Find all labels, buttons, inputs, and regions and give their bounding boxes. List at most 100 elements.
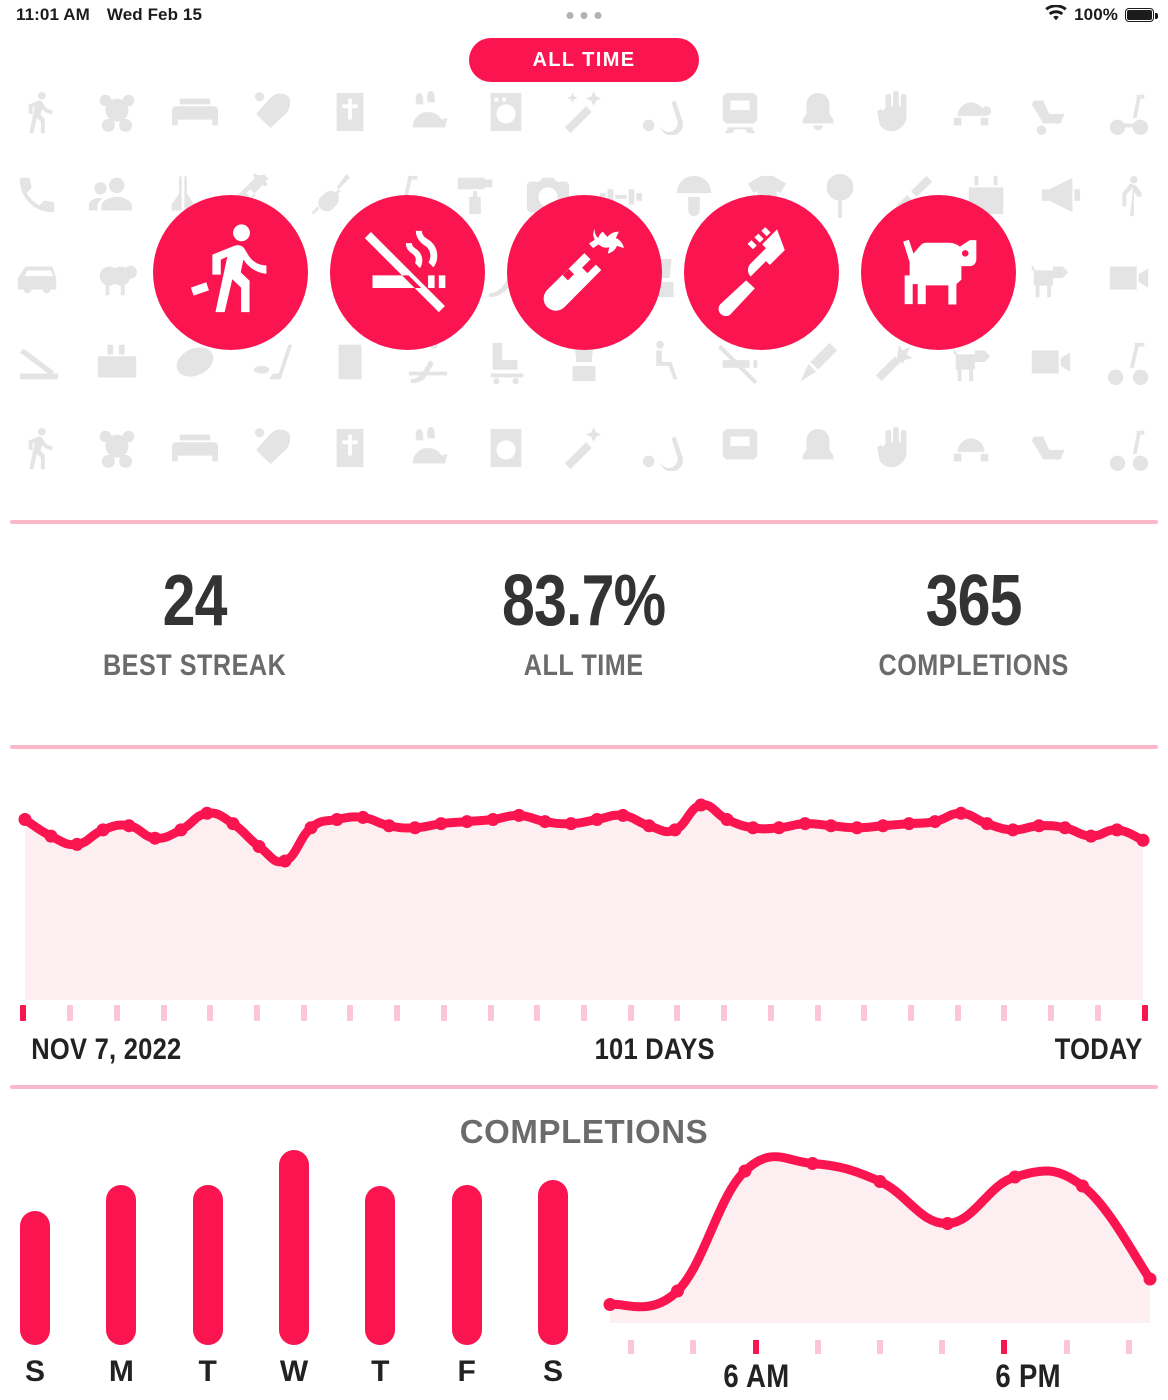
weekday-bar[interactable] bbox=[106, 1185, 137, 1345]
weekday-bar-labels: SMTWTFS bbox=[20, 1355, 568, 1389]
time-of-day-chart[interactable] bbox=[600, 1145, 1160, 1335]
vacuum-pattern-icon bbox=[623, 89, 701, 135]
axis-tick bbox=[280, 1005, 327, 1021]
history-span-label: 101 DAYS bbox=[594, 1033, 715, 1066]
running-icon bbox=[184, 224, 276, 321]
scooter-pattern-icon bbox=[1090, 425, 1168, 471]
completions-value: 365 bbox=[925, 561, 1022, 641]
bell-pattern-icon bbox=[779, 89, 857, 135]
weekday-bar[interactable] bbox=[537, 1180, 568, 1345]
time-of-day-ticks bbox=[600, 1340, 1160, 1354]
vegetables-habit[interactable] bbox=[506, 195, 662, 350]
run-pattern-icon bbox=[0, 89, 78, 135]
teddy-bear-pattern-icon bbox=[78, 89, 156, 135]
axis-tick bbox=[701, 1005, 748, 1021]
no-smoking-habit[interactable] bbox=[329, 195, 485, 350]
axis-tick bbox=[561, 1005, 608, 1021]
history-line-svg bbox=[18, 798, 1150, 1000]
walk-dog-habit[interactable] bbox=[860, 195, 1016, 350]
ping-pong-pattern-icon bbox=[234, 425, 312, 471]
brush-teeth-habit[interactable] bbox=[683, 195, 839, 350]
turtle-pattern-icon bbox=[934, 425, 1012, 471]
divider-top bbox=[10, 520, 1158, 524]
scooter-pattern-icon bbox=[1090, 89, 1168, 135]
weekday-bar[interactable] bbox=[192, 1185, 223, 1345]
divider-middle bbox=[10, 745, 1158, 749]
completions-label: COMPLETIONS bbox=[878, 649, 1069, 682]
weekday-label: S bbox=[542, 1355, 563, 1388]
weekday-label: F bbox=[457, 1355, 476, 1388]
stat-best-streak: 24 BEST STREAK bbox=[0, 565, 389, 683]
axis-tick bbox=[934, 1005, 981, 1021]
rabbit-pattern-icon bbox=[389, 425, 467, 471]
toothbrush-icon bbox=[715, 224, 807, 321]
best-streak-label: BEST STREAK bbox=[102, 649, 287, 682]
all-time-range-button[interactable]: ALL TIME bbox=[469, 38, 699, 82]
dog-icon bbox=[892, 224, 984, 321]
washer-pattern-icon bbox=[467, 89, 545, 135]
hand-pattern-icon bbox=[856, 425, 934, 471]
weekday-bar-chart[interactable] bbox=[20, 1145, 568, 1345]
habit-icon-row bbox=[0, 195, 1168, 350]
bed-pattern-icon bbox=[156, 89, 234, 135]
all-time-value: 83.7% bbox=[502, 561, 666, 641]
weekday-bar[interactable] bbox=[278, 1150, 309, 1345]
rabbit-pattern-icon bbox=[389, 89, 467, 135]
axis-tick bbox=[467, 1005, 514, 1021]
train-pattern-icon bbox=[701, 89, 779, 135]
status-bar: 11:01 AM Wed Feb 15 100% bbox=[0, 0, 1168, 30]
wand-pattern-icon bbox=[545, 89, 623, 135]
history-start-label: NOV 7, 2022 bbox=[31, 1033, 182, 1066]
status-bar-right: 100% bbox=[1045, 3, 1158, 26]
hand-pattern-icon bbox=[856, 89, 934, 135]
wand-pattern-icon bbox=[545, 425, 623, 471]
axis-tick bbox=[841, 1005, 888, 1021]
time-tick bbox=[662, 1340, 724, 1354]
axis-tick bbox=[140, 1005, 187, 1021]
history-end-label: TODAY bbox=[1054, 1033, 1143, 1066]
axis-tick bbox=[420, 1005, 467, 1021]
axis-tick bbox=[607, 1005, 654, 1021]
completion-history-chart[interactable] bbox=[0, 760, 1168, 1000]
axis-tick bbox=[748, 1005, 795, 1021]
time-tick bbox=[1036, 1340, 1098, 1354]
axis-tick bbox=[981, 1005, 1028, 1021]
stat-all-time: 83.7% ALL TIME bbox=[389, 565, 778, 683]
no-smoking-icon bbox=[361, 224, 453, 321]
weekday-bar[interactable] bbox=[365, 1186, 396, 1345]
axis-tick bbox=[1075, 1005, 1122, 1021]
axis-tick bbox=[888, 1005, 935, 1021]
washer-pattern-icon bbox=[467, 425, 545, 471]
weekday-label: W bbox=[279, 1355, 309, 1388]
axis-tick bbox=[374, 1005, 421, 1021]
status-date: Wed Feb 15 bbox=[106, 5, 203, 24]
time-tick bbox=[787, 1340, 849, 1354]
habit-stats-screen: 11:01 AM Wed Feb 15 100% ALL TIME 24 BES… bbox=[0, 0, 1168, 1400]
bible-pattern-icon bbox=[311, 89, 389, 135]
status-time: 11:01 AM bbox=[16, 5, 90, 24]
axis-tick bbox=[187, 1005, 234, 1021]
axis-tick bbox=[93, 1005, 140, 1021]
weekday-bar[interactable] bbox=[20, 1211, 50, 1345]
battery-full-icon bbox=[1125, 8, 1158, 22]
time-tick bbox=[973, 1340, 1035, 1354]
weekday-label: T bbox=[371, 1355, 390, 1388]
all-time-label: ALL TIME bbox=[524, 649, 644, 682]
bell-pattern-icon bbox=[779, 425, 857, 471]
bible-pattern-icon bbox=[311, 425, 389, 471]
axis-tick bbox=[1121, 1005, 1168, 1021]
pattern-row bbox=[0, 408, 1168, 488]
axis-tick bbox=[654, 1005, 701, 1021]
multitask-dots-icon[interactable] bbox=[566, 11, 602, 19]
train-pattern-icon bbox=[701, 425, 779, 471]
axis-tick bbox=[234, 1005, 281, 1021]
time-tick bbox=[911, 1340, 973, 1354]
time-tick bbox=[1098, 1340, 1160, 1354]
weekday-bar[interactable] bbox=[451, 1185, 482, 1345]
turtle-pattern-icon bbox=[934, 89, 1012, 135]
pattern-row bbox=[0, 72, 1168, 152]
time-tick bbox=[849, 1340, 911, 1354]
weekday-label: M bbox=[108, 1355, 134, 1388]
running-habit[interactable] bbox=[152, 195, 308, 350]
axis-tick bbox=[1028, 1005, 1075, 1021]
